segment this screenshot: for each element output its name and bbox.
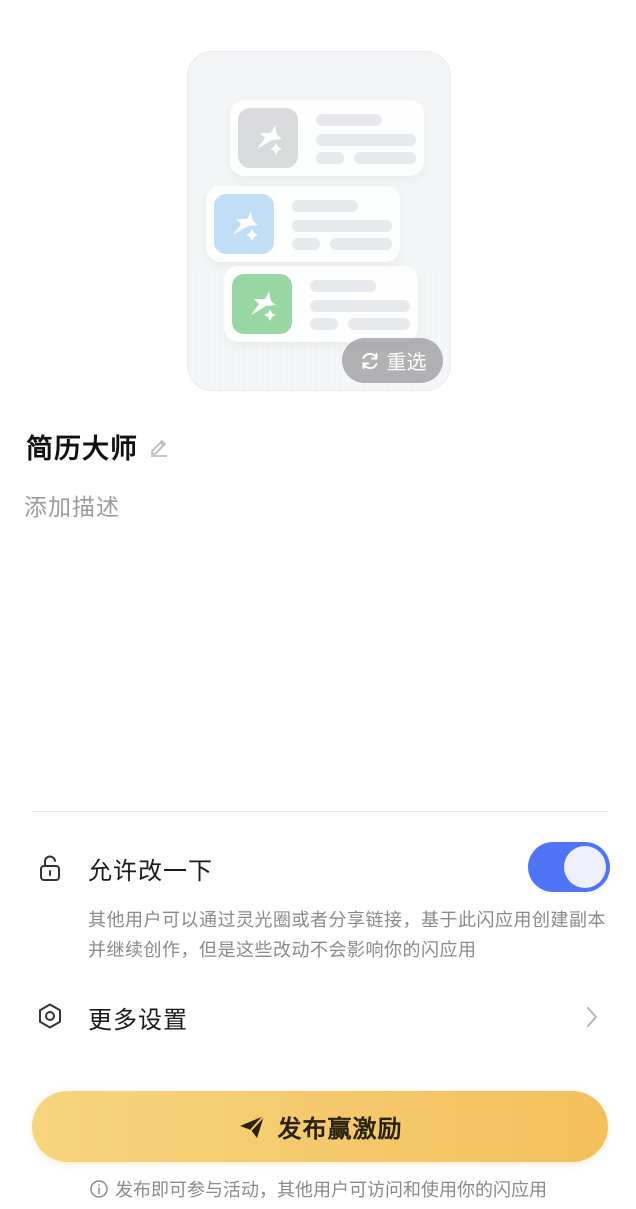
toggle-knob: [564, 846, 606, 888]
reselect-label: 重选: [386, 350, 427, 374]
publish-note-text: 发布即可参与活动，其他用户可访问和使用你的闪应用: [115, 1180, 547, 1201]
info-icon: [89, 1179, 109, 1199]
unlock-icon: [36, 854, 64, 882]
reselect-cover-button[interactable]: 重选: [342, 338, 443, 383]
publish-note: 发布即可参与活动，其他用户可访问和使用你的闪应用: [0, 1176, 636, 1202]
preview-card-1: [230, 100, 424, 176]
refresh-icon: [359, 350, 381, 372]
sparkle-plane-icon: [238, 108, 298, 168]
sparkle-plane-icon: [214, 194, 274, 254]
description-field[interactable]: 添加描述: [24, 488, 120, 522]
app-name: 简历大师: [26, 433, 138, 465]
allow-edit-toggle[interactable]: [528, 842, 610, 892]
more-settings-label: 更多设置: [88, 1006, 188, 1034]
preview-card-3: [224, 266, 418, 342]
sparkle-plane-icon: [232, 274, 292, 334]
divider: [32, 811, 608, 812]
settings-hexagon-icon: [36, 1002, 64, 1030]
publish-button[interactable]: 发布赢激励: [32, 1091, 608, 1162]
app-name-row[interactable]: 简历大师: [26, 426, 170, 466]
publish-label: 发布赢激励: [277, 1115, 403, 1143]
allow-edit-label: 允许改一下: [88, 857, 213, 885]
allow-edit-explanation: 其他用户可以通过灵光圈或者分享链接，基于此闪应用创建副本并继续创作，但是这些改动…: [88, 910, 606, 961]
chevron-right-icon: [586, 1006, 598, 1028]
preview-card-2: [206, 186, 400, 262]
send-paper-plane-icon: [238, 1114, 266, 1140]
edit-pencil-icon[interactable]: [148, 435, 170, 457]
more-settings-row[interactable]: 更多设置: [32, 992, 608, 1042]
